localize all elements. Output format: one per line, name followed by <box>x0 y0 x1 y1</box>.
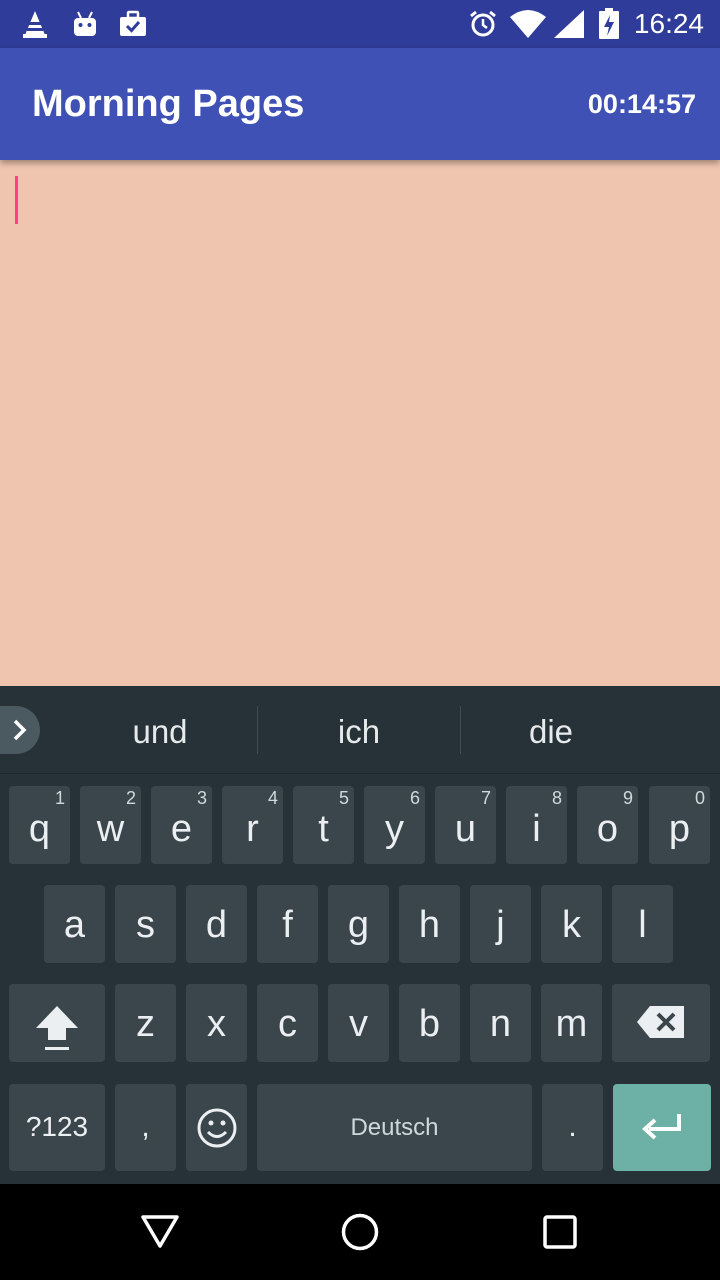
briefcase-check-icon <box>116 8 150 40</box>
key-a[interactable]: a <box>44 885 105 963</box>
battery-charging-icon <box>596 8 622 40</box>
key-j[interactable]: j <box>470 885 531 963</box>
soft-keyboard: und ich die q1 w2 e3 r4 t5 y6 u7 i8 o9 p… <box>0 686 720 1184</box>
key-l[interactable]: l <box>612 885 673 963</box>
android-icon <box>68 8 102 40</box>
comma-key[interactable]: , <box>115 1084 176 1171</box>
home-circle-icon[interactable] <box>336 1208 384 1256</box>
space-key[interactable]: Deutsch <box>257 1084 532 1171</box>
alarm-icon <box>466 8 500 40</box>
navigation-bar <box>0 1184 720 1280</box>
session-timer: 00:14:57 <box>587 89 696 119</box>
suggestion-2[interactable]: ich <box>258 686 460 774</box>
key-c[interactable]: c <box>257 984 318 1062</box>
key-t[interactable]: t5 <box>293 786 354 864</box>
key-x[interactable]: x <box>186 984 247 1062</box>
key-m[interactable]: m <box>541 984 602 1062</box>
key-g[interactable]: g <box>328 885 389 963</box>
key-q[interactable]: q1 <box>9 786 70 864</box>
key-e[interactable]: e3 <box>151 786 212 864</box>
key-n[interactable]: n <box>470 984 531 1062</box>
status-time: 16:24 <box>633 8 704 39</box>
key-v[interactable]: v <box>328 984 389 1062</box>
key-k[interactable]: k <box>541 885 602 963</box>
key-o[interactable]: o9 <box>577 786 638 864</box>
key-y[interactable]: y6 <box>364 786 425 864</box>
app-bar: Morning Pages 00:14:57 <box>0 48 720 160</box>
back-triangle-icon[interactable] <box>136 1208 184 1256</box>
chevron-right-icon[interactable] <box>0 706 40 754</box>
backspace-key[interactable] <box>612 984 710 1062</box>
wifi-icon <box>508 8 548 40</box>
signal-icon <box>552 8 586 40</box>
period-key[interactable]: . <box>542 1084 603 1171</box>
vlc-cone-icon <box>18 8 52 40</box>
app-title: Morning Pages <box>32 83 305 125</box>
text-cursor <box>15 176 18 224</box>
key-d[interactable]: d <box>186 885 247 963</box>
writing-area[interactable] <box>0 160 720 686</box>
status-bar: 16:24 <box>0 0 720 48</box>
suggestion-1[interactable]: und <box>62 686 258 774</box>
key-w[interactable]: w2 <box>80 786 141 864</box>
key-i[interactable]: i8 <box>506 786 567 864</box>
key-h[interactable]: h <box>399 885 460 963</box>
recents-square-icon[interactable] <box>536 1208 584 1256</box>
suggestion-3[interactable]: die <box>461 686 641 774</box>
symbols-key[interactable]: ?123 <box>9 1084 105 1171</box>
shift-arrow-icon <box>36 1006 78 1050</box>
enter-key[interactable] <box>613 1084 711 1171</box>
key-r[interactable]: r4 <box>222 786 283 864</box>
key-b[interactable]: b <box>399 984 460 1062</box>
key-p[interactable]: p0 <box>649 786 710 864</box>
backspace-icon <box>637 1006 684 1038</box>
enter-arrow-icon <box>642 1114 681 1140</box>
shift-key[interactable] <box>9 984 105 1062</box>
smiley-icon <box>197 1108 237 1148</box>
key-z[interactable]: z <box>115 984 176 1062</box>
key-f[interactable]: f <box>257 885 318 963</box>
key-s[interactable]: s <box>115 885 176 963</box>
suggestion-strip: und ich die <box>0 686 720 774</box>
key-u[interactable]: u7 <box>435 786 496 864</box>
emoji-key[interactable] <box>186 1084 247 1171</box>
